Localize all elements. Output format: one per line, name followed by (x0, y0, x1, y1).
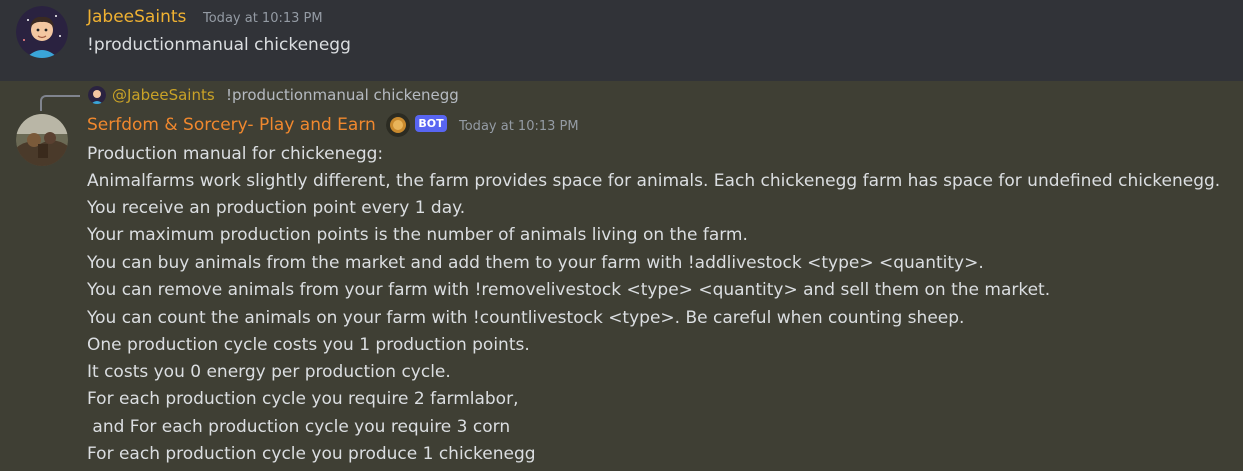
bot-avatar-image (16, 114, 68, 166)
reply-connector (40, 95, 80, 111)
reply-avatar[interactable] (88, 86, 106, 104)
message-line: and For each production cycle you requir… (87, 417, 511, 437)
message-line: Production manual for chickenegg: (87, 144, 384, 164)
bot-timestamp: Today at 10:13 PM (459, 119, 579, 134)
message-line: You can remove animals from your farm wi… (87, 280, 1051, 300)
message-content: !productionmanual chickenegg (87, 35, 351, 55)
bot-badge: BOT (415, 115, 447, 132)
timestamp: Today at 10:13 PM (203, 11, 323, 26)
role-icon[interactable] (386, 113, 410, 137)
username[interactable]: JabeeSaints (87, 7, 186, 27)
reply-username[interactable]: @JabeeSaints (112, 86, 215, 104)
message-bot-reply: @JabeeSaints !productionmanual chickeneg… (0, 81, 1243, 471)
bot-avatar[interactable] (16, 114, 68, 166)
reply-avatar-image (88, 86, 106, 104)
reply-preview-text[interactable]: !productionmanual chickenegg (226, 86, 459, 104)
message-line: Your maximum production points is the nu… (87, 225, 748, 245)
user-avatar[interactable] (16, 6, 68, 58)
message-line: One production cycle costs you 1 product… (87, 335, 530, 355)
message-line: Animalfarms work slightly different, the… (87, 171, 1221, 191)
role-coin-icon (386, 113, 410, 137)
message-line: You can count the animals on your farm w… (87, 308, 965, 328)
message-line: You receive an production point every 1 … (87, 198, 466, 218)
message-line: It costs you 0 energy per production cyc… (87, 362, 451, 382)
message-line: For each production cycle you produce 1 … (87, 444, 536, 464)
avatar-image (16, 6, 68, 58)
message-line: You can buy animals from the market and … (87, 253, 984, 273)
message-line: For each production cycle you require 2 … (87, 389, 519, 409)
message-jabeesaints: JabeeSaints Today at 10:13 PM !productio… (0, 0, 1243, 81)
bot-username[interactable]: Serfdom & Sorcery- Play and Earn (87, 115, 376, 135)
